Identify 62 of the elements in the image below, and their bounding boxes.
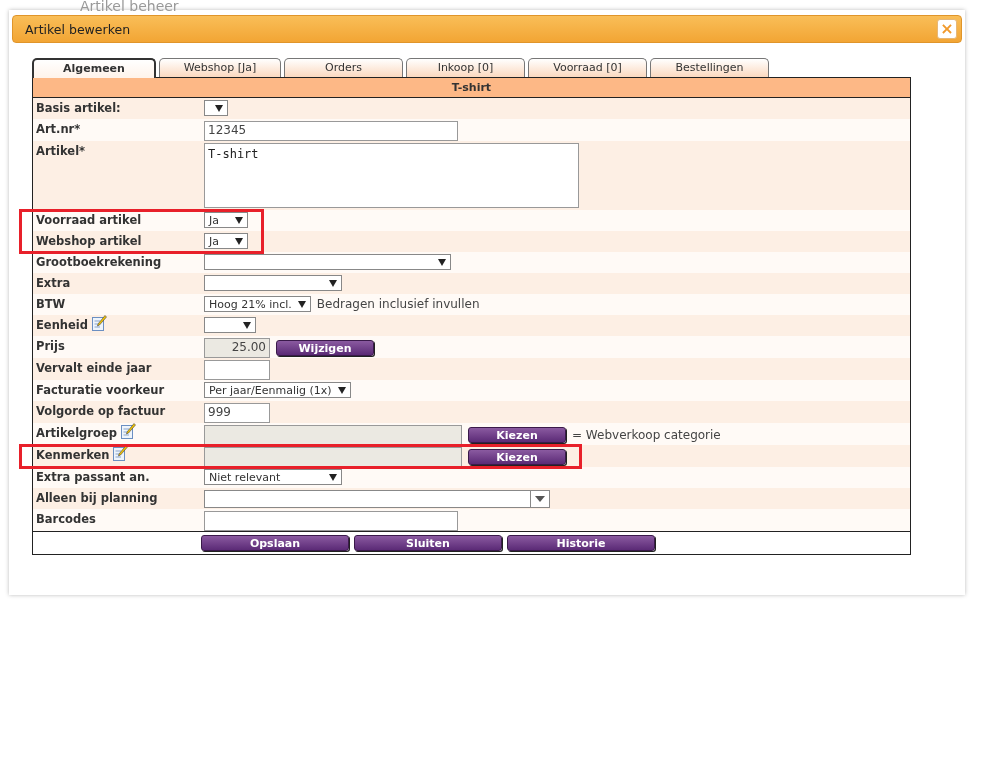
tab[interactable]: Algemeen <box>32 58 156 78</box>
field-label: Grootboekrekening <box>36 255 162 269</box>
dropdown-arrow-icon <box>215 104 223 112</box>
dropdown-arrow-icon <box>329 279 337 287</box>
dropdown-arrow-icon <box>535 496 545 502</box>
tab[interactable]: Voorraad [0] <box>528 58 647 77</box>
dropdown-arrow-icon <box>243 321 251 329</box>
dropdown[interactable]: Ja <box>204 212 248 228</box>
combo-box[interactable] <box>204 490 550 508</box>
field-label: Webshop artikel <box>36 234 142 248</box>
hint-text: = Webverkoop categorie <box>572 428 721 442</box>
action-button[interactable]: Opslaan <box>201 535 349 551</box>
dropdown[interactable]: Hoog 21% incl. <box>204 296 311 312</box>
field-label: Artikelgroep <box>36 426 117 440</box>
field-label: Volgorde op factuur <box>36 404 166 418</box>
edit-icon[interactable] <box>120 423 136 439</box>
tab[interactable]: Inkoop [0] <box>406 58 525 77</box>
text-field[interactable] <box>204 511 458 531</box>
dropdown[interactable]: Ja <box>204 233 248 249</box>
tab[interactable]: Orders <box>284 58 403 77</box>
page-heading: Artikel beheer <box>80 0 179 14</box>
choose-button[interactable]: Kiezen <box>468 449 566 465</box>
dialog-title: Artikel bewerken <box>25 21 131 37</box>
dropdown[interactable]: Niet relevant <box>204 469 342 485</box>
field-label: Prijs <box>36 339 65 353</box>
dropdown-arrow-icon <box>329 473 337 481</box>
dropdown[interactable]: Per jaar/Eenmalig (1x) <box>204 382 351 398</box>
field-label: Facturatie voorkeur <box>36 383 165 397</box>
edit-icon[interactable] <box>92 315 107 331</box>
form-header: T-shirt <box>33 78 910 98</box>
field-label: Alleen bij planning <box>36 491 158 505</box>
choose-button[interactable]: Wijzigen <box>276 340 374 356</box>
dropdown[interactable] <box>204 100 228 116</box>
text-field[interactable]: 12345 <box>204 121 458 141</box>
action-button[interactable]: Sluiten <box>354 535 502 551</box>
dropdown-arrow-icon <box>235 237 243 245</box>
text-field[interactable]: 999 <box>204 403 270 423</box>
field-label: Eenheid <box>36 318 88 332</box>
field-label: Art.nr* <box>36 122 81 136</box>
text-field[interactable] <box>204 360 270 380</box>
field-label: Extra <box>36 276 71 290</box>
field-label: Artikel* <box>36 144 86 158</box>
tab[interactable]: Bestellingen <box>650 58 769 77</box>
field-label: Kenmerken <box>36 448 110 462</box>
action-button[interactable]: Historie <box>507 535 655 551</box>
field-label: Barcodes <box>36 512 96 526</box>
dropdown-arrow-icon <box>297 300 306 308</box>
field-label: Voorraad artikel <box>36 213 142 227</box>
field-label: BTW <box>36 297 66 311</box>
dropdown-arrow-icon <box>337 386 346 394</box>
readonly-field: 25.00 <box>204 338 270 358</box>
hint-text: Bedragen inclusief invullen <box>316 297 480 311</box>
choose-button[interactable]: Kiezen <box>468 427 566 443</box>
text-area[interactable]: T-shirt <box>204 143 579 208</box>
dropdown-arrow-icon <box>438 258 446 266</box>
dropdown[interactable] <box>204 317 256 333</box>
edit-icon[interactable] <box>113 445 129 461</box>
field-label: Basis artikel: <box>36 101 121 115</box>
field-label: Vervalt einde jaar <box>36 361 152 375</box>
dropdown-arrow-icon <box>235 216 243 224</box>
field-label: Extra passant an. <box>36 470 150 484</box>
tab[interactable]: Webshop [Ja] <box>159 58 281 77</box>
